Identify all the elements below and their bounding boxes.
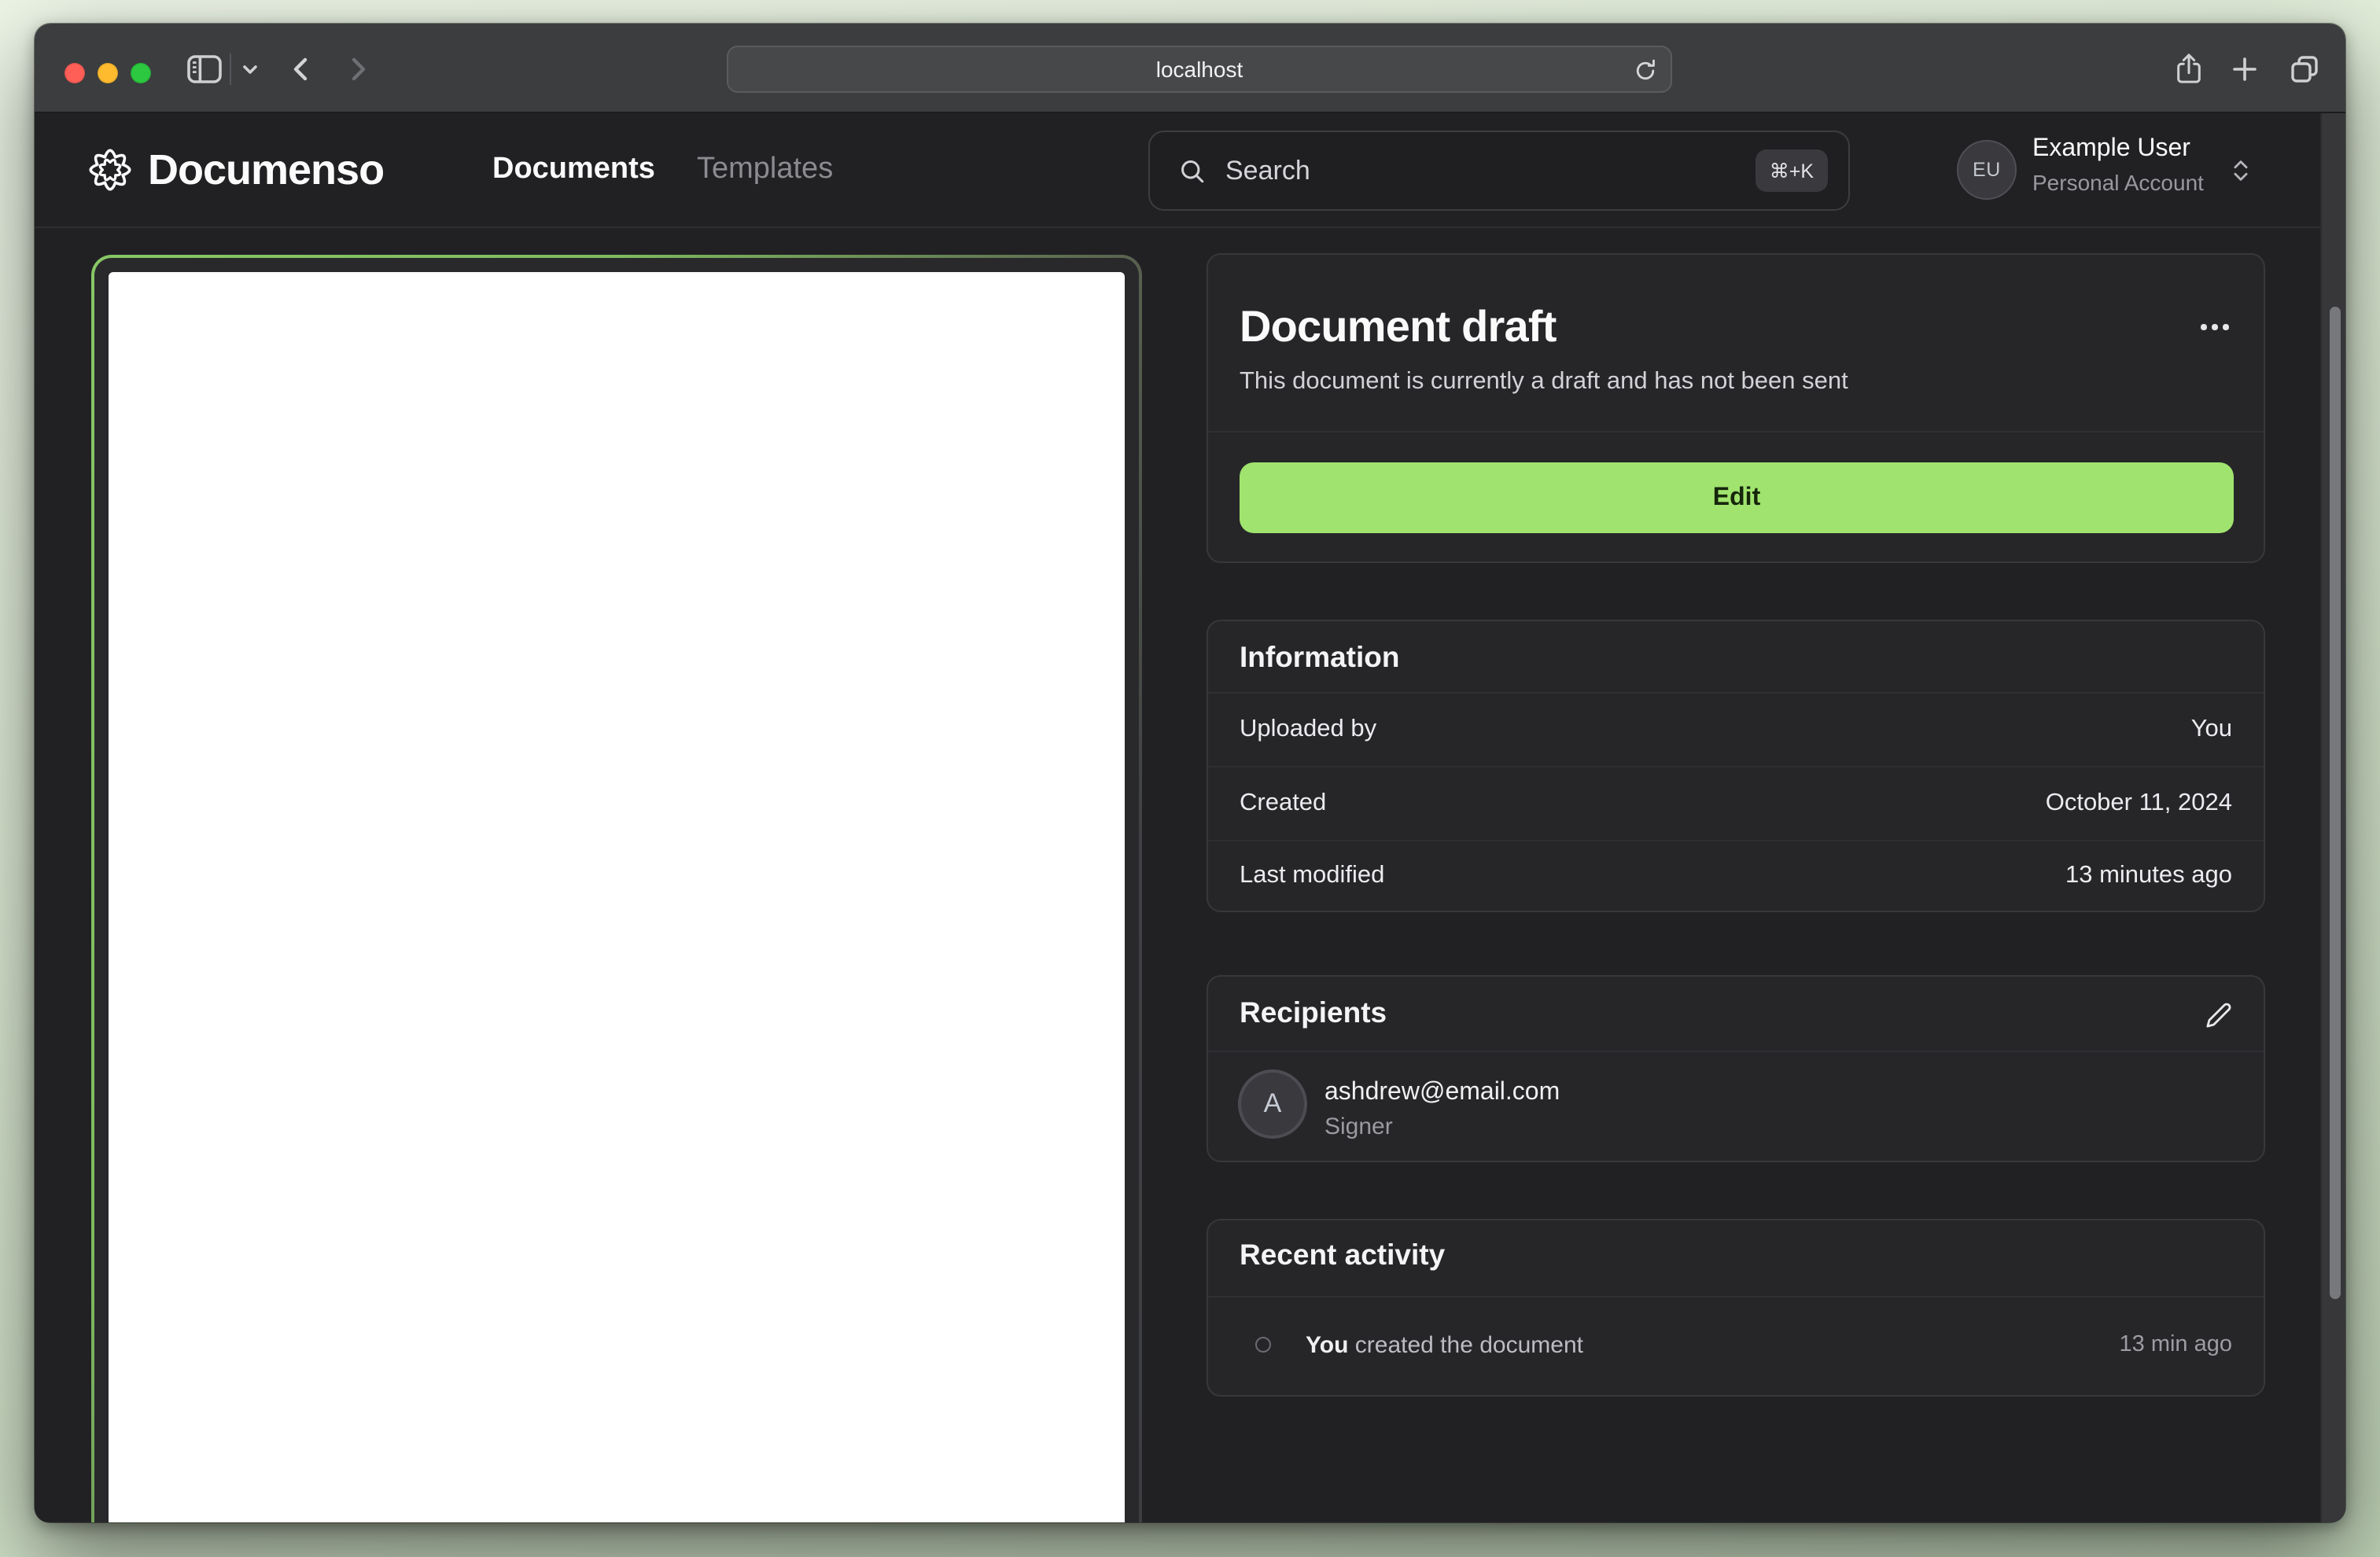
app-content: Documenso Documents Templates Search ⌘+K… (35, 113, 2345, 1522)
back-button-icon[interactable] (283, 24, 321, 113)
search-icon (1178, 156, 1207, 185)
info-value: 13 minutes ago (2065, 862, 2232, 889)
app-header: Documenso Documents Templates Search ⌘+K… (35, 113, 2345, 228)
document-draft-card: Document draft This document is currentl… (1207, 253, 2265, 563)
table-row: Uploaded by You (1208, 694, 2264, 767)
edit-button[interactable]: Edit (1240, 462, 2234, 533)
document-status-title: Document draft (1240, 302, 1557, 351)
documenso-logo-icon (88, 148, 132, 192)
chevron-down-icon[interactable] (236, 24, 264, 113)
info-label: Created (1240, 789, 1327, 816)
forward-button-icon[interactable] (338, 24, 376, 113)
chevrons-up-down-icon (2227, 157, 2254, 184)
zoom-window-button[interactable] (130, 62, 150, 83)
recipient-email: ashdrew@email.com (1324, 1079, 1560, 1106)
information-title: Information (1240, 640, 1400, 673)
document-preview-inner (94, 258, 1139, 1522)
screen: localhost Documenso Documents Templates … (0, 0, 2380, 1557)
divider (1208, 1296, 2264, 1298)
reload-icon[interactable] (1633, 57, 1658, 83)
activity-text: You created the document (1306, 1332, 1583, 1359)
scrollbar-thumb[interactable] (2329, 307, 2341, 1299)
toolbar-separator (230, 53, 231, 85)
document-status-subtitle: This document is currently a draft and h… (1240, 368, 1848, 395)
table-row: Last modified 13 minutes ago (1208, 839, 2264, 912)
document-page (109, 272, 1125, 1522)
browser-window: localhost Documenso Documents Templates … (35, 24, 2345, 1522)
recent-activity-title: Recent activity (1240, 1238, 1446, 1271)
user-avatar: EU (1957, 140, 2017, 200)
recipient-avatar: A (1238, 1069, 1307, 1139)
brand[interactable]: Documenso (88, 113, 385, 226)
recipients-card: Recipients A ashdrew@email.com Signer (1207, 975, 2265, 1162)
minimize-window-button[interactable] (97, 62, 117, 83)
info-label: Last modified (1240, 862, 1385, 889)
activity-actor: You (1306, 1332, 1349, 1359)
activity-bullet-icon (1255, 1337, 1271, 1353)
account-type: Personal Account (2032, 170, 2204, 195)
divider (1208, 1051, 2264, 1052)
edit-recipients-icon[interactable] (2199, 996, 2238, 1035)
share-icon[interactable] (2169, 24, 2207, 113)
info-value: You (2190, 716, 2232, 743)
account-menu[interactable]: EU Example User Personal Account (1957, 113, 2265, 226)
nav-documents[interactable]: Documents (492, 113, 655, 226)
url-text: localhost (1155, 56, 1243, 81)
close-window-button[interactable] (64, 62, 84, 83)
document-preview-frame (91, 255, 1142, 1522)
recipients-title: Recipients (1240, 996, 1387, 1029)
nav-templates[interactable]: Templates (697, 113, 833, 226)
info-value: October 11, 2024 (2045, 789, 2232, 816)
search-shortcut-badge: ⌘+K (1755, 149, 1828, 192)
brand-name: Documenso (148, 145, 385, 193)
information-card: Information Uploaded by You Created Octo… (1207, 620, 2265, 912)
divider (1208, 431, 2264, 432)
info-label: Uploaded by (1240, 716, 1377, 743)
search-input[interactable]: Search ⌘+K (1148, 131, 1850, 211)
information-rows: Uploaded by You Created October 11, 2024… (1208, 694, 2264, 912)
table-row: Created October 11, 2024 (1208, 766, 2264, 840)
more-options-icon[interactable] (2194, 318, 2235, 336)
browser-titlebar: localhost (35, 24, 2345, 113)
activity-time: 13 min ago (2119, 1332, 2233, 1357)
account-name: Example User (2032, 135, 2190, 162)
recent-activity-card: Recent activity You created the document… (1207, 1219, 2265, 1397)
recipient-role: Signer (1324, 1113, 1393, 1140)
scrollbar-track[interactable] (2320, 113, 2345, 1522)
search-placeholder: Search (1225, 155, 1310, 185)
new-tab-icon[interactable] (2226, 24, 2264, 113)
address-bar[interactable]: localhost (727, 45, 1672, 92)
activity-action: created the document (1348, 1332, 1583, 1359)
tab-overview-icon[interactable] (2284, 24, 2325, 113)
sidebar-toggle-icon[interactable] (179, 24, 230, 113)
